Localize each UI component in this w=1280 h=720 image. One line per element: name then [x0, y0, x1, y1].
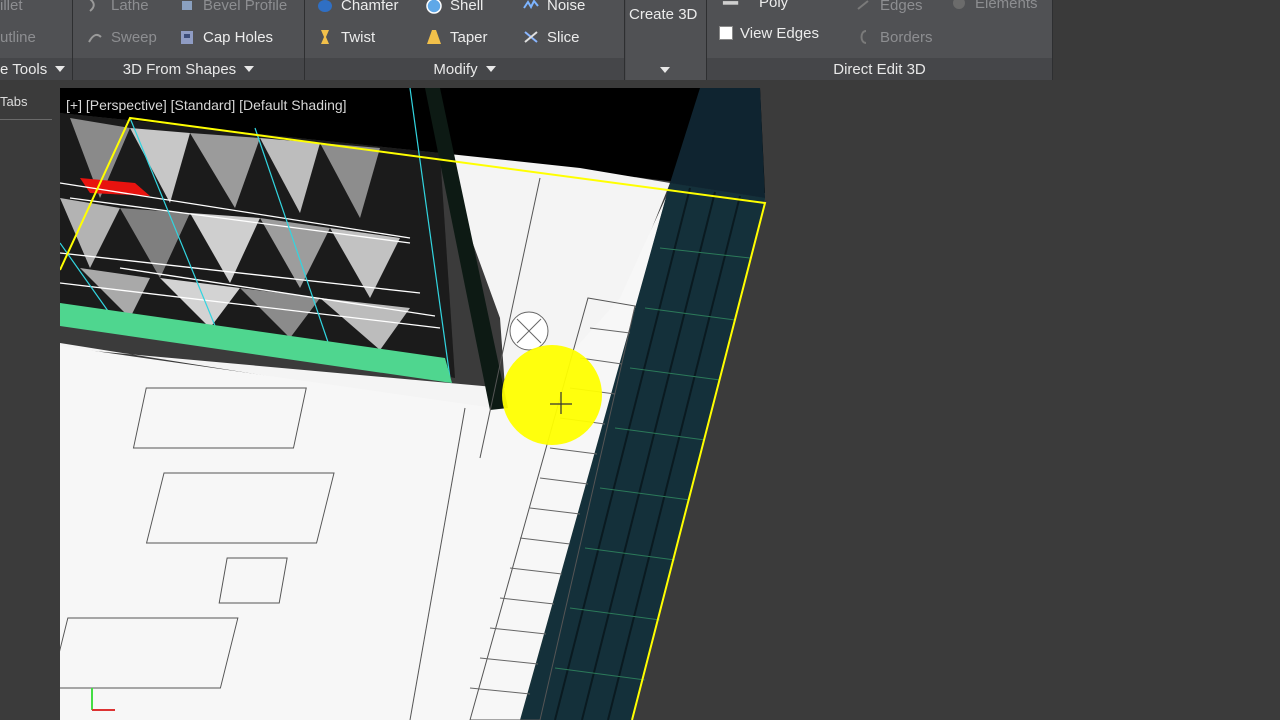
- create-3d-label: Create 3D: [629, 6, 698, 23]
- twist-icon: [316, 28, 334, 46]
- ribbon-empty-area: [1053, 0, 1280, 80]
- scene-canvas[interactable]: [60, 88, 1280, 720]
- edges-label: Edges: [880, 0, 923, 14]
- chevron-down-icon: [660, 67, 670, 73]
- lathe-label: Lathe: [111, 0, 149, 14]
- elements-button[interactable]: Elements: [950, 0, 1038, 14]
- edges-icon: [855, 0, 873, 14]
- cap-holes-button[interactable]: Cap Holes: [178, 26, 273, 48]
- slice-label: Slice: [547, 28, 580, 46]
- lathe-icon: [86, 0, 104, 14]
- shell-button[interactable]: Shell: [425, 0, 483, 16]
- view-edges-label: View Edges: [740, 24, 819, 42]
- cap-holes-label: Cap Holes: [203, 28, 274, 46]
- view-edges-checkbox[interactable]: [719, 26, 733, 40]
- viewport-label[interactable]: [+] [Perspective] [Standard] [Default Sh…: [66, 97, 347, 113]
- shape-tools-label: e Tools: [0, 60, 48, 78]
- viewport[interactable]: [+] [Perspective] [Standard] [Default Sh…: [60, 88, 1280, 720]
- modify-label: Modify: [433, 60, 478, 78]
- shell-icon: [425, 0, 443, 14]
- noise-icon: [522, 0, 540, 14]
- edges-button[interactable]: Edges: [855, 0, 923, 16]
- taper-icon: [425, 28, 443, 46]
- shell-label: Shell: [450, 0, 484, 14]
- noise-label: Noise: [547, 0, 586, 14]
- panel-separator: [304, 0, 305, 80]
- shape-tools-footer[interactable]: e Tools: [0, 58, 72, 80]
- borders-icon: [855, 28, 873, 46]
- panel-separator: [706, 0, 707, 80]
- fillet-label: illet: [0, 0, 23, 14]
- poly-label: Poly: [759, 0, 789, 11]
- poly-icon: [722, 0, 740, 11]
- bevel-profile-label: Bevel Profile: [203, 0, 288, 14]
- create-3d-button[interactable]: Create 3D: [626, 0, 706, 80]
- borders-button[interactable]: Borders: [855, 26, 933, 48]
- panel-separator: [72, 0, 73, 80]
- cap-holes-icon: [178, 28, 196, 46]
- chevron-down-icon: [485, 66, 496, 72]
- from-shapes-footer[interactable]: 3D From Shapes: [73, 58, 304, 80]
- slice-icon: [522, 28, 540, 46]
- elements-label: Elements: [975, 0, 1038, 12]
- panel-separator: [624, 0, 625, 80]
- lathe-button[interactable]: Lathe: [86, 0, 149, 16]
- twist-label: Twist: [341, 28, 376, 46]
- fillet-button[interactable]: illet: [0, 0, 23, 16]
- sweep-label: Sweep: [111, 28, 157, 46]
- noise-button[interactable]: Noise: [522, 0, 585, 16]
- modify-footer[interactable]: Modify: [305, 58, 624, 80]
- borders-label: Borders: [880, 28, 933, 46]
- direct-edit-footer: Direct Edit 3D: [707, 58, 1052, 80]
- outline-label: utline: [0, 28, 36, 46]
- left-strip: [0, 80, 60, 720]
- poly-button[interactable]: Poly: [722, 0, 788, 13]
- circle-marker: [509, 311, 549, 351]
- ribbon: e Tools 3D From Shapes Modify Direct Edi…: [0, 0, 1280, 80]
- bevel-icon: [178, 0, 196, 14]
- outline-button[interactable]: utline: [0, 26, 36, 48]
- chamfer-label: Chamfer: [341, 0, 399, 14]
- slice-button[interactable]: Slice: [522, 26, 580, 48]
- chamfer-icon: [316, 0, 334, 14]
- direct-edit-label: Direct Edit 3D: [833, 60, 926, 78]
- chevron-down-icon: [55, 66, 66, 72]
- bevel-profile-button[interactable]: Bevel Profile: [178, 0, 287, 16]
- elements-icon: [950, 0, 968, 12]
- chevron-down-icon: [244, 66, 255, 72]
- sweep-icon: [86, 28, 104, 46]
- taper-label: Taper: [450, 28, 488, 46]
- twist-button[interactable]: Twist: [316, 26, 375, 48]
- sweep-button[interactable]: Sweep: [86, 26, 157, 48]
- chamfer-button[interactable]: Chamfer: [316, 0, 399, 16]
- taper-button[interactable]: Taper: [425, 26, 488, 48]
- cursor-highlight: [502, 345, 602, 445]
- from-shapes-label: 3D From Shapes: [122, 60, 237, 78]
- tabs-label[interactable]: Tabs: [0, 94, 27, 109]
- tabs-underline: [0, 119, 52, 120]
- view-edges-toggle[interactable]: View Edges: [719, 22, 819, 44]
